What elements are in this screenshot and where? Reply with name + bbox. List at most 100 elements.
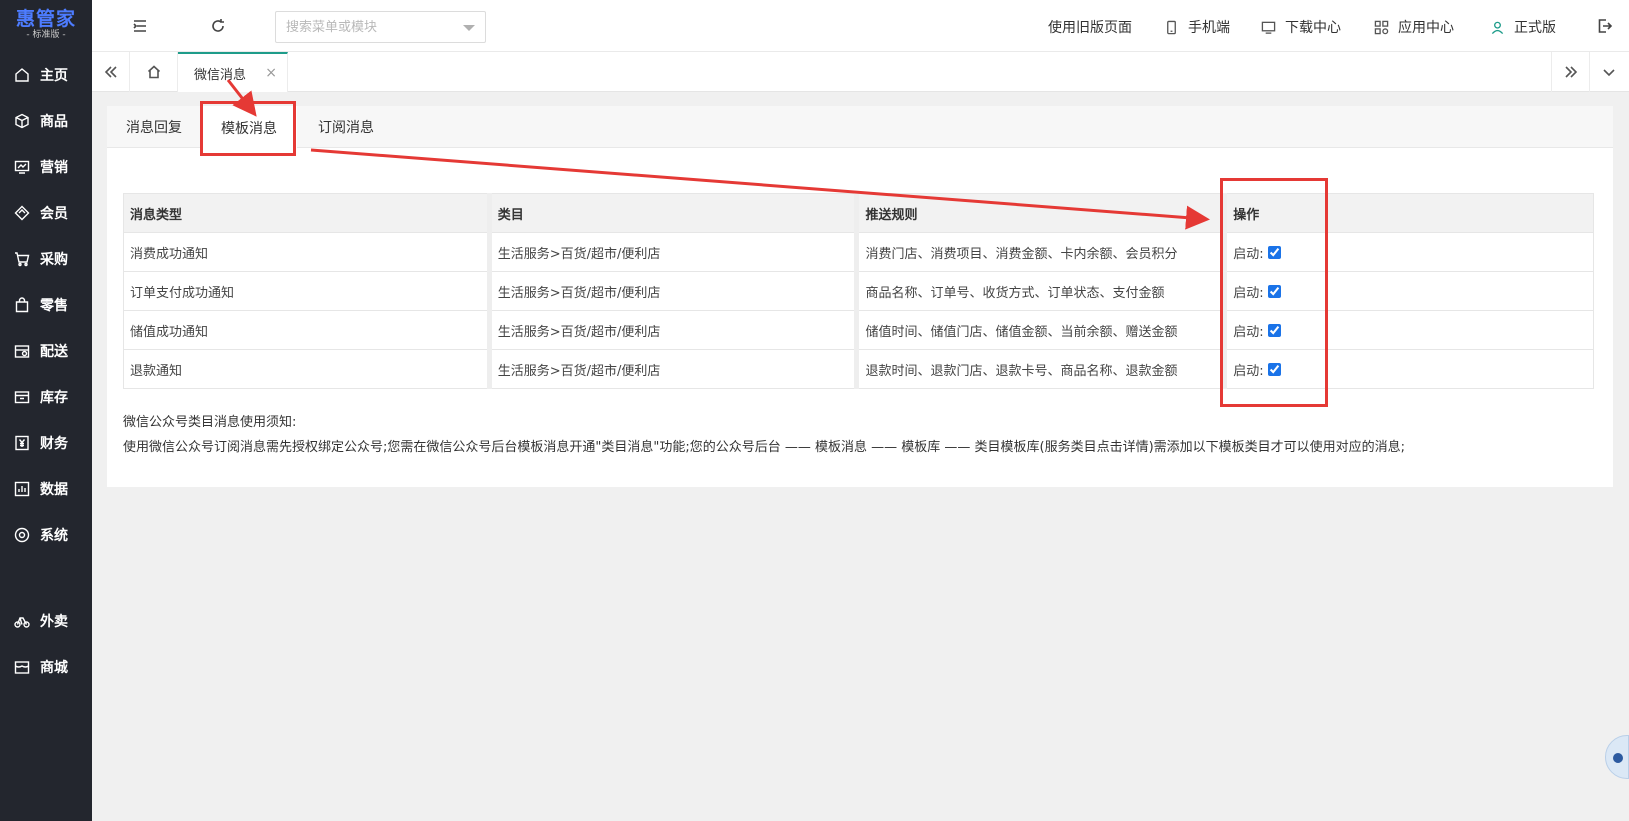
category-cell: 生活服务>百货/超市/便利店 [486, 310, 858, 350]
home-icon [14, 67, 30, 83]
phone-icon [1167, 20, 1176, 34]
message-type-cell: 订单支付成功通知 [123, 271, 490, 311]
table-header-row: 消息类型 类目 推送规则 操作 [123, 193, 1594, 233]
table-row: 消费成功通知 生活服务>百货/超市/便利店 消费门店、消费项目、消费金额、卡内余… [123, 232, 1594, 272]
tab-label: 消息回复 [126, 120, 182, 136]
tab-wechat-message[interactable]: 微信消息 × [178, 52, 288, 92]
sidebar-item-data[interactable]: 数据 [0, 472, 92, 506]
sidebar-item-marketing[interactable]: 营销 [0, 150, 92, 184]
logout-icon[interactable] [1595, 16, 1615, 36]
bag-icon [14, 297, 30, 313]
download-center-link[interactable]: 下载中心 [1261, 17, 1341, 37]
inventory-icon [14, 389, 30, 405]
double-chevron-right-icon [1564, 66, 1577, 78]
tabs-scroll-right-button[interactable] [1551, 52, 1589, 92]
menu-toggle-icon[interactable] [130, 16, 150, 36]
sidebar-item-finance[interactable]: 财务 [0, 426, 92, 460]
menu-search[interactable] [275, 11, 486, 43]
tab-home[interactable] [130, 52, 178, 92]
settings-icon [14, 527, 30, 543]
mobile-label: 手机端 [1188, 20, 1230, 36]
apps-icon [1374, 20, 1389, 34]
sidebar: 惠管家 - 标准版 - 主页 商品 营销 会员 采购 零售 配送 库存 财务 数… [0, 0, 92, 821]
apps-label: 应用中心 [1398, 20, 1454, 36]
close-icon[interactable]: × [265, 65, 277, 81]
page-tabs-bar: 微信消息 × [92, 52, 1629, 92]
search-input[interactable] [276, 12, 456, 42]
double-chevron-left-icon [104, 66, 117, 78]
sidebar-item-label: 系统 [40, 528, 68, 544]
box-icon [14, 113, 30, 129]
sidebar-item-label: 营销 [40, 160, 68, 176]
category-cell: 生活服务>百货/超市/便利店 [486, 271, 858, 311]
notice-body: 使用微信公众号订阅消息需先授权绑定公众号;您需在微信公众号后台模板消息开通"类目… [123, 440, 1406, 455]
old-version-label: 使用旧版页面 [1048, 20, 1132, 36]
sidebar-item-label: 商品 [40, 114, 68, 130]
user-icon [1491, 21, 1504, 34]
sidebar-item-delivery[interactable]: 配送 [0, 334, 92, 368]
brand-edition: - 标准版 - [26, 30, 66, 40]
sidebar-item-home[interactable]: 主页 [0, 58, 92, 92]
home-icon [147, 65, 160, 79]
top-bar: 使用旧版页面 手机端 下载中心 应用中心 正式版 [92, 0, 1629, 52]
category-cell: 生活服务>百货/超市/便利店 [486, 349, 858, 389]
message-type-cell: 储值成功通知 [123, 310, 490, 350]
notice-title: 微信公众号类目消息使用须知: [123, 415, 297, 430]
sidebar-item-inventory[interactable]: 库存 [0, 380, 92, 414]
cart-icon [14, 251, 30, 267]
app-center-link[interactable]: 应用中心 [1374, 17, 1454, 37]
message-type-tabs: 消息回复 模板消息 订阅消息 [107, 106, 1613, 149]
sidebar-item-purchase[interactable]: 采购 [0, 242, 92, 276]
message-type-cell: 消费成功通知 [123, 232, 490, 272]
annotation-highlight-operation-column [1220, 178, 1328, 407]
sidebar-item-label: 商城 [40, 660, 68, 676]
tabs-scroll-left-button[interactable] [92, 52, 130, 92]
diamond-icon [14, 205, 30, 221]
download-label: 下载中心 [1285, 20, 1341, 36]
account-label: 正式版 [1514, 20, 1556, 36]
sidebar-item-goods[interactable]: 商品 [0, 104, 92, 138]
bike-icon [14, 613, 30, 629]
mobile-link[interactable]: 手机端 [1164, 17, 1230, 37]
bar-chart-icon [14, 481, 30, 497]
table-row: 退款通知 生活服务>百货/超市/便利店 退款时间、退款门店、退款卡号、商品名称、… [123, 349, 1594, 389]
floating-assistant-button[interactable] [1605, 735, 1629, 779]
delivery-icon [14, 343, 30, 359]
tab-label: 订阅消息 [318, 120, 374, 136]
push-rule-cell: 消费门店、消费项目、消费金额、卡内余额、会员积分 [854, 232, 1226, 272]
sidebar-item-mall[interactable]: 商城 [0, 650, 92, 684]
tab-label: 微信消息 [194, 67, 247, 83]
column-header: 消息类型 [123, 193, 490, 233]
category-cell: 生活服务>百货/超市/便利店 [486, 232, 858, 272]
sidebar-item-system[interactable]: 系统 [0, 518, 92, 552]
push-rule-cell: 退款时间、退款门店、退款卡号、商品名称、退款金额 [854, 349, 1226, 389]
annotation-highlight-template-tab [200, 101, 296, 156]
chevron-down-icon[interactable] [463, 25, 475, 31]
sidebar-item-label: 外卖 [40, 614, 68, 630]
push-rule-cell: 商品名称、订单号、收货方式、订单状态、支付金额 [854, 271, 1226, 311]
sidebar-item-label: 数据 [40, 482, 68, 498]
sidebar-item-label: 库存 [40, 390, 68, 406]
tab-subscribe-message[interactable]: 订阅消息 [298, 106, 394, 148]
column-header: 推送规则 [854, 193, 1226, 233]
store-icon [14, 659, 30, 675]
chart-screen-icon [14, 159, 30, 175]
tabs-more-button[interactable] [1589, 52, 1627, 92]
brand-logo[interactable]: 惠管家 - 标准版 - [0, 0, 92, 50]
sidebar-item-takeout[interactable]: 外卖 [0, 604, 92, 638]
assistant-icon [1613, 753, 1623, 763]
table-row: 储值成功通知 生活服务>百货/超市/便利店 储值时间、储值门店、储值金额、当前余… [123, 310, 1594, 350]
account-menu[interactable]: 正式版 [1490, 17, 1556, 37]
table-row: 订单支付成功通知 生活服务>百货/超市/便利店 商品名称、订单号、收货方式、订单… [123, 271, 1594, 311]
chevron-down-icon [1602, 69, 1615, 77]
sidebar-item-member[interactable]: 会员 [0, 196, 92, 230]
column-header: 类目 [486, 193, 858, 233]
tab-message-reply[interactable]: 消息回复 [107, 106, 201, 148]
message-type-cell: 退款通知 [123, 349, 490, 389]
old-version-link[interactable]: 使用旧版页面 [1048, 17, 1132, 37]
sidebar-item-label: 配送 [40, 344, 68, 360]
refresh-icon[interactable] [208, 16, 228, 36]
sidebar-item-label: 采购 [40, 252, 68, 268]
monitor-icon [1261, 21, 1276, 34]
sidebar-item-retail[interactable]: 零售 [0, 288, 92, 322]
